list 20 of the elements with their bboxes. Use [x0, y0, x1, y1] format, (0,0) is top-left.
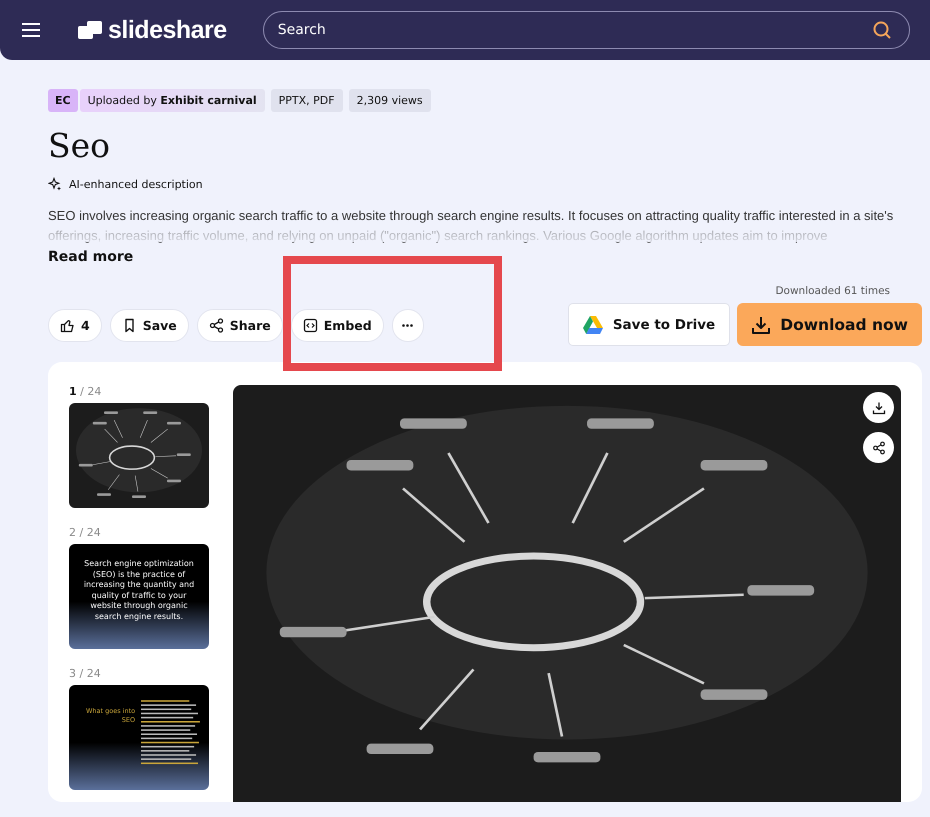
- share-button[interactable]: Share: [196, 309, 283, 342]
- save-button[interactable]: Save: [110, 309, 189, 342]
- download-count: Downloaded 61 times: [775, 285, 890, 297]
- logo-text: slideshare: [108, 16, 227, 44]
- slide-thumbnail[interactable]: Search engine optimization (SEO) is the practice of increasing the quantity and quality of traffic to your website through organic search engine results.: [69, 544, 209, 649]
- info-tag: PPTX, PDF: [270, 89, 343, 112]
- uploader-label: Uploaded by Exhibit carnival: [80, 89, 265, 112]
- document-title: Seo: [48, 126, 112, 165]
- like-button[interactable]: 4: [48, 309, 102, 342]
- search-field[interactable]: Search: [262, 11, 910, 49]
- embed-button[interactable]: Embed: [290, 309, 384, 342]
- avatar-badge: EC: [48, 89, 78, 112]
- download-button[interactable]: Download now: [737, 303, 922, 346]
- page-counter: 3 / 24: [69, 667, 102, 680]
- ai-label: AI-enhanced description: [69, 178, 203, 190]
- save-to-drive-button[interactable]: Save to Drive: [568, 303, 730, 346]
- page-counter: 2 / 24: [69, 526, 102, 539]
- page-counter: 1 / 24: [69, 385, 102, 398]
- read-more-link[interactable]: Read more: [48, 249, 134, 265]
- info-tag: 2,309 views: [348, 89, 431, 112]
